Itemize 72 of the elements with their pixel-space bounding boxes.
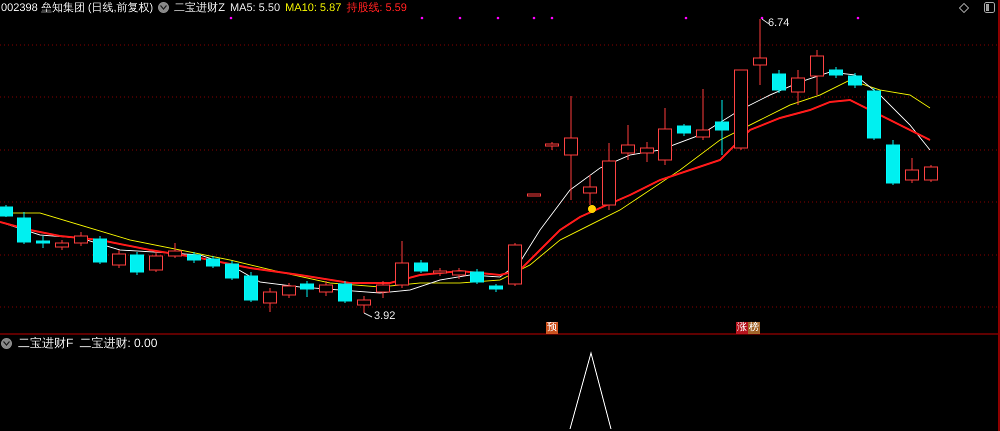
candlestick (244, 272, 258, 302)
candlestick (848, 72, 862, 88)
signal-dot (760, 16, 764, 20)
candlestick (130, 252, 144, 276)
candlestick (772, 70, 786, 94)
candlestick (640, 142, 654, 162)
signal-dot (684, 16, 688, 20)
candlestick (338, 280, 352, 304)
candlestick (791, 70, 805, 106)
indicator-reading: 二宝进财: 0.00 (79, 335, 158, 352)
dropdown-icon[interactable] (1, 338, 12, 348)
candlestick (715, 100, 729, 156)
stock-title: 002398 垒知集团 (日线,前复权) (1, 2, 154, 14)
candlestick (187, 252, 201, 264)
candlestick (300, 280, 314, 298)
candlestick (414, 260, 428, 274)
signal-dot (420, 16, 424, 20)
candlestick (263, 288, 277, 312)
signal-dot (532, 16, 536, 20)
candlestick (753, 18, 767, 86)
dropdown-icon[interactable] (158, 2, 170, 13)
candlestick (168, 242, 182, 258)
legend-value: 持股线: 5.59 (346, 2, 407, 14)
candlestick (545, 142, 559, 150)
candlestick (225, 260, 239, 280)
candlestick (282, 282, 296, 298)
candlestick (36, 236, 50, 248)
legend-value: MA5: 5.50 (230, 2, 280, 14)
signal-badge: 榜 (748, 322, 760, 334)
candlestick (602, 142, 616, 210)
signal-dot (458, 16, 462, 20)
candlestick (696, 88, 710, 140)
candlestick (93, 236, 107, 264)
signal-dot (588, 205, 596, 213)
candlestick (17, 212, 31, 244)
signal-dot (856, 16, 860, 20)
candlestick (319, 280, 333, 296)
candlestick (433, 268, 447, 276)
candlestick (810, 50, 824, 96)
candlestick (924, 164, 938, 182)
candlestick (621, 124, 635, 160)
candlestick (0, 204, 13, 218)
price-label: 6.74 (768, 18, 790, 29)
candlestick (376, 280, 390, 298)
signal-dot (550, 16, 554, 20)
signal-dot (230, 16, 232, 20)
legend-value: MA10: 5.87 (285, 2, 342, 14)
candlestick (677, 124, 691, 136)
indicator-name: 二宝进财Z (174, 2, 225, 14)
candlestick (112, 250, 126, 268)
candlestick (357, 296, 371, 314)
candlestick (508, 242, 522, 286)
candlestick (527, 194, 541, 196)
indicator-name: 二宝进财F (18, 335, 74, 352)
signal-badge: 预 (546, 322, 558, 334)
price-label: 3.92 (374, 311, 396, 322)
candlestick (149, 252, 163, 272)
candlestick (395, 240, 409, 288)
candlestick (74, 232, 88, 246)
candlestick (583, 174, 597, 206)
signal-badge: 涨 (736, 322, 748, 334)
candlestick (886, 140, 900, 186)
candlestick (867, 88, 881, 140)
signal-dot (496, 16, 500, 20)
candlestick (658, 108, 672, 166)
candlestick (905, 158, 919, 184)
panel-icon[interactable] (984, 2, 995, 13)
candlestick (452, 268, 466, 280)
diamond-icon[interactable] (959, 2, 969, 12)
candlestick (829, 66, 843, 78)
candlestick (206, 256, 220, 268)
candlestick (470, 268, 484, 284)
